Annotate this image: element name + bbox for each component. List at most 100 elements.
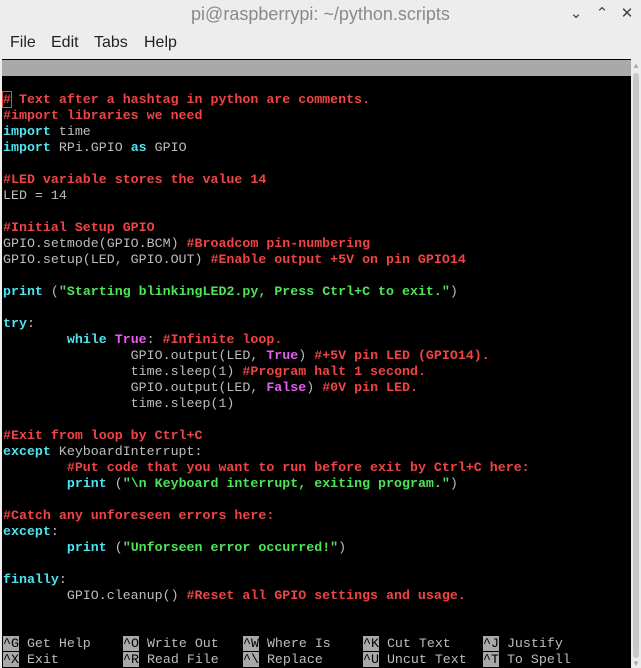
code-keyword: while bbox=[66, 332, 107, 347]
code-text: ( bbox=[106, 540, 123, 555]
window-title: pi@raspberrypi: ~/python.scripts bbox=[191, 4, 450, 24]
shortcut-cut-text[interactable]: ^K Cut Text bbox=[363, 636, 451, 652]
shortcut-justify[interactable]: ^J Justify bbox=[483, 636, 563, 652]
code-line[interactable]: #import libraries we need bbox=[3, 108, 203, 124]
code-line[interactable]: LED = 14 bbox=[3, 188, 67, 204]
code-text: GPIO.output(LED, bbox=[3, 348, 267, 363]
code-comment: #LED variable stores the value 14 bbox=[3, 172, 267, 187]
shortcut-write-out[interactable]: ^O Write Out bbox=[123, 636, 219, 652]
code-text: : bbox=[58, 572, 67, 587]
shortcut-label: Justify bbox=[498, 636, 563, 651]
shortcut-uncut-text[interactable]: ^U Uncut Text bbox=[363, 652, 467, 668]
code-keyword: import bbox=[3, 124, 51, 139]
code-line[interactable]: # Text after a hashtag in python are com… bbox=[2, 91, 371, 108]
code-line[interactable]: finally: bbox=[3, 572, 67, 588]
code-comment: #Initial Setup GPIO bbox=[3, 220, 155, 235]
code-line[interactable]: time.sleep(1) #Program halt 1 second. bbox=[3, 364, 426, 380]
scrollbar-thumb[interactable] bbox=[633, 73, 639, 658]
shortcut-key: ^U bbox=[363, 652, 379, 667]
maximize-button[interactable]: ⌃ bbox=[594, 4, 610, 22]
code-line[interactable]: print ("Starting blinkingLED2.py, Press … bbox=[3, 284, 458, 300]
code-comment: #Exit from loop by Ctrl+C bbox=[3, 428, 203, 443]
code-comment: # Text after a hashtag in python are com… bbox=[2, 91, 371, 108]
code-text: ( bbox=[106, 476, 123, 491]
code-text: time bbox=[50, 124, 91, 139]
shortcut-label: To Spell bbox=[498, 652, 571, 667]
menu-file[interactable]: File bbox=[10, 34, 36, 52]
shortcut-label: Get Help bbox=[18, 636, 91, 651]
code-line[interactable]: try: bbox=[3, 316, 35, 332]
nano-version: GNU nano 3.2 bbox=[18, 76, 114, 91]
code-line[interactable]: while True: #Infinite loop. bbox=[3, 332, 282, 348]
code-keyword: as bbox=[130, 140, 147, 155]
code-line[interactable]: time.sleep(1) bbox=[3, 396, 235, 412]
code-keyword: try bbox=[3, 316, 27, 331]
code-string: "Starting blinkingLED2.py, Press Ctrl+C … bbox=[58, 284, 450, 299]
close-button[interactable]: ✕ bbox=[619, 4, 635, 22]
code-comment: #import libraries we need bbox=[3, 108, 203, 123]
code-text: ) bbox=[298, 348, 315, 363]
code-line[interactable]: import time bbox=[3, 124, 91, 140]
code-text: ( bbox=[42, 284, 59, 299]
terminal[interactable]: GNU nano 3.2 blinkingLED1.py # Text afte… bbox=[2, 59, 631, 668]
shortcut-exit[interactable]: ^X Exit bbox=[3, 652, 59, 668]
menu-tabs[interactable]: Tabs bbox=[94, 34, 128, 52]
code-comment: #Put code that you want to run before ex… bbox=[66, 460, 530, 475]
shortcut-key: ^W bbox=[243, 636, 259, 651]
code-text: : bbox=[50, 524, 59, 539]
shortcut-replace[interactable]: ^\ Replace bbox=[243, 652, 323, 668]
code-text: ) bbox=[449, 284, 458, 299]
code-boolean: False bbox=[266, 380, 307, 395]
code-keyword: print bbox=[66, 476, 107, 491]
code-line[interactable]: GPIO.output(LED, False) #0V pin LED. bbox=[3, 380, 418, 396]
scrollbar[interactable]: ▲ ▼ bbox=[631, 59, 641, 668]
shortcut-to-spell[interactable]: ^T To Spell bbox=[483, 652, 571, 668]
scroll-down-icon[interactable]: ▼ bbox=[632, 659, 640, 668]
shortcut-label: Where Is bbox=[258, 636, 331, 651]
shortcut-key: ^R bbox=[123, 652, 139, 667]
code-line[interactable]: GPIO.setup(LED, GPIO.OUT) #Enable output… bbox=[3, 252, 466, 268]
code-line[interactable]: #Exit from loop by Ctrl+C bbox=[3, 428, 203, 444]
scroll-up-icon[interactable]: ▲ bbox=[632, 61, 640, 70]
code-line[interactable]: #Put code that you want to run before ex… bbox=[3, 460, 530, 476]
shortcut-label: Uncut Text bbox=[378, 652, 467, 667]
code-keyword: import bbox=[3, 140, 51, 155]
code-text: ) bbox=[338, 540, 347, 555]
shortcut-key: ^X bbox=[3, 652, 19, 667]
minimize-button[interactable]: ⌄ bbox=[568, 4, 584, 22]
shortcut-read-file[interactable]: ^R Read File bbox=[123, 652, 219, 668]
menu-edit[interactable]: Edit bbox=[51, 34, 79, 52]
code-line[interactable]: GPIO.output(LED, True) #+5V pin LED (GPI… bbox=[3, 348, 490, 364]
shortcut-label: Replace bbox=[258, 652, 323, 667]
shortcut-label: Write Out bbox=[138, 636, 219, 651]
code-line[interactable]: #Initial Setup GPIO bbox=[3, 220, 155, 236]
code-comment: #Catch any unforeseen errors here: bbox=[3, 508, 275, 523]
shortcut-key: ^K bbox=[363, 636, 379, 651]
code-text: : bbox=[146, 332, 163, 347]
shortcut-where-is[interactable]: ^W Where Is bbox=[243, 636, 331, 652]
shortcut-key: ^\ bbox=[243, 652, 259, 667]
code-line[interactable]: import RPi.GPIO as GPIO bbox=[3, 140, 187, 156]
code-line[interactable]: GPIO.cleanup() #Reset all GPIO settings … bbox=[3, 588, 466, 604]
menu-help[interactable]: Help bbox=[144, 34, 177, 52]
code-line[interactable]: print ("Unforseen error occurred!") bbox=[3, 540, 346, 556]
code-comment: #Infinite loop. bbox=[162, 332, 283, 347]
code-boolean: True bbox=[266, 348, 299, 363]
code-text: KeyboardInterrupt: bbox=[50, 444, 203, 459]
code-boolean: True bbox=[114, 332, 147, 347]
code-line[interactable]: except: bbox=[3, 524, 59, 540]
code-line[interactable]: except KeyboardInterrupt: bbox=[3, 444, 203, 460]
code-line[interactable]: GPIO.setmode(GPIO.BCM) #Broadcom pin-num… bbox=[3, 236, 370, 252]
code-comment: #0V pin LED. bbox=[322, 380, 418, 395]
text-cursor: # bbox=[2, 91, 12, 108]
shortcut-key: ^T bbox=[483, 652, 499, 667]
code-text: GPIO.setup(LED, GPIO.OUT) bbox=[3, 252, 211, 267]
code-line[interactable]: #LED variable stores the value 14 bbox=[3, 172, 266, 188]
shortcut-get-help[interactable]: ^G Get Help bbox=[3, 636, 91, 652]
code-line[interactable]: #Catch any unforeseen errors here: bbox=[3, 508, 274, 524]
code-line[interactable]: print ("\n Keyboard interrupt, exiting p… bbox=[3, 476, 458, 492]
